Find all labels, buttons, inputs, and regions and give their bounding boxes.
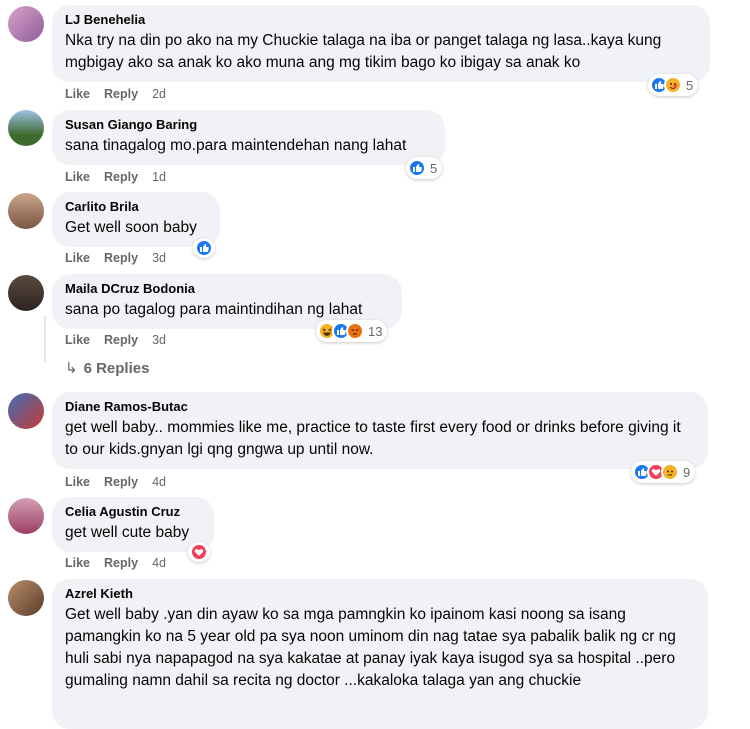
reply-button[interactable]: Reply: [104, 251, 138, 265]
reply-button[interactable]: Reply: [104, 333, 138, 347]
comment-bubble: Diane Ramos-Butac get well baby.. mommie…: [52, 392, 708, 469]
avatar[interactable]: [8, 110, 44, 146]
comment-author[interactable]: LJ Benehelia: [65, 12, 698, 28]
reaction-summary[interactable]: 5: [648, 74, 699, 96]
reaction-summary[interactable]: [193, 238, 215, 258]
comment-time[interactable]: 2d: [152, 87, 166, 101]
view-replies-label: 6 Replies: [83, 360, 150, 377]
comment-actions: Like Reply 3d: [65, 251, 180, 265]
reply-button[interactable]: Reply: [104, 87, 138, 101]
comment-time[interactable]: 4d: [152, 556, 166, 570]
comment-text: get well cute baby: [65, 524, 190, 541]
avatar[interactable]: [8, 498, 44, 534]
comment-bubble: LJ Benehelia Nka try na din po ako na my…: [52, 5, 710, 82]
comment-bubble: Celia Agustin Cruz get well cute baby: [52, 497, 214, 552]
comment-author[interactable]: Maila DCruz Bodonia: [65, 281, 390, 297]
comment-actions: Like Reply 2d: [65, 87, 180, 101]
comment-author[interactable]: Diane Ramos-Butac: [65, 399, 696, 415]
comment-time[interactable]: 4d: [152, 475, 166, 489]
comment-text: sana tinagalog mo.para maintendehan nang…: [65, 137, 407, 154]
avatar[interactable]: [8, 393, 44, 429]
comment-author[interactable]: Susan Giango Baring: [65, 117, 433, 133]
comment-bubble: Azrel Kieth Get well baby .yan din ayaw …: [52, 579, 708, 729]
comment-time[interactable]: 1d: [152, 170, 166, 184]
comment-actions: Like Reply 4d: [65, 475, 180, 489]
like-button[interactable]: Like: [65, 475, 90, 489]
like-button[interactable]: Like: [65, 170, 90, 184]
thread-line: [44, 316, 46, 362]
reply-button[interactable]: Reply: [104, 556, 138, 570]
comment-author[interactable]: Azrel Kieth: [65, 586, 696, 602]
reaction-summary[interactable]: 5: [406, 157, 443, 179]
like-button[interactable]: Like: [65, 556, 90, 570]
reply-arrow-icon: ↳: [65, 360, 78, 377]
care-icon: [664, 76, 682, 94]
comment-time[interactable]: 3d: [152, 333, 166, 347]
comment-author[interactable]: Celia Agustin Cruz: [65, 504, 202, 520]
reaction-summary[interactable]: 13: [316, 320, 388, 342]
comment-text: Nka try na din po ako na my Chuckie tala…: [65, 32, 662, 71]
comment-text: Get well soon baby: [65, 219, 197, 236]
love-icon: [190, 543, 208, 561]
comment-text: sana po tagalog para maintindihan ng lah…: [65, 301, 363, 318]
avatar[interactable]: [8, 580, 44, 616]
comment-actions: Like Reply 4d: [65, 556, 180, 570]
like-button[interactable]: Like: [65, 251, 90, 265]
reaction-count: 5: [430, 160, 438, 176]
like-button[interactable]: Like: [65, 333, 90, 347]
view-replies-link[interactable]: ↳ 6 Replies: [65, 359, 149, 377]
comment-author[interactable]: Carlito Brila: [65, 199, 208, 215]
comment-time[interactable]: 3d: [152, 251, 166, 265]
reply-button[interactable]: Reply: [104, 170, 138, 184]
avatar[interactable]: [8, 275, 44, 311]
reaction-summary[interactable]: [188, 542, 210, 562]
angry-icon: [346, 322, 364, 340]
reaction-count: 9: [683, 464, 691, 480]
comment-bubble: Susan Giango Baring sana tinagalog mo.pa…: [52, 110, 445, 165]
avatar[interactable]: [8, 6, 44, 42]
comment-actions: Like Reply 3d: [65, 333, 180, 347]
reply-button[interactable]: Reply: [104, 475, 138, 489]
comment-text: get well baby.. mommies like me, practic…: [65, 419, 681, 458]
comment-actions: Like Reply 1d: [65, 170, 180, 184]
avatar[interactable]: [8, 193, 44, 229]
comment-text: Get well baby .yan din ayaw ko sa mga pa…: [65, 606, 676, 689]
reaction-summary[interactable]: 9: [631, 461, 696, 483]
comment-bubble: Carlito Brila Get well soon baby: [52, 192, 220, 247]
sad-icon: [661, 463, 679, 481]
like-icon: [408, 159, 426, 177]
like-button[interactable]: Like: [65, 87, 90, 101]
like-icon: [195, 239, 213, 257]
reaction-count: 13: [368, 323, 383, 339]
reaction-count: 5: [686, 77, 694, 93]
